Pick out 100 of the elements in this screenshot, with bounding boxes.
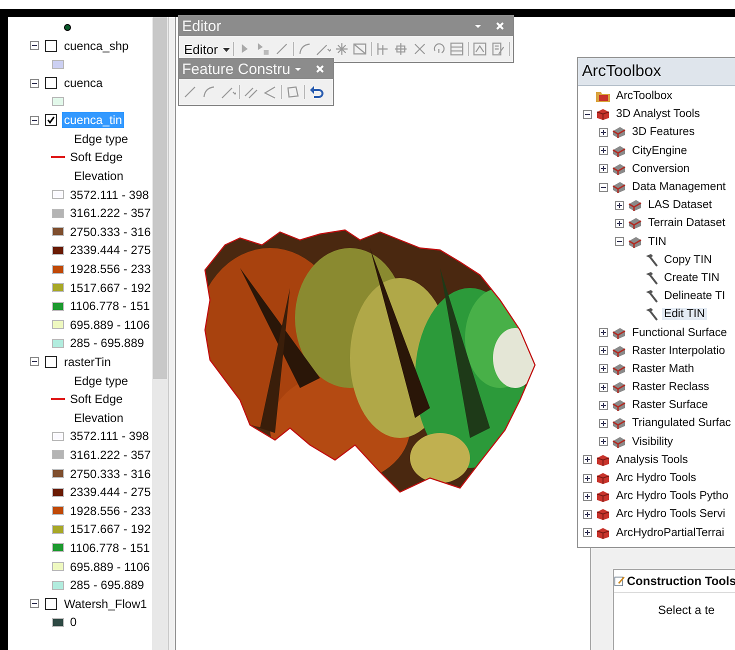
- tree-item[interactable]: Functional Surface: [630, 326, 729, 339]
- checkbox[interactable]: [45, 77, 57, 90]
- expand-icon[interactable]: [599, 418, 608, 428]
- toolset-icon: [627, 234, 643, 249]
- folder-icon: [595, 89, 611, 104]
- expand-icon[interactable]: [615, 218, 624, 228]
- expand-icon[interactable]: [583, 492, 592, 501]
- legend-label: Soft Edge: [70, 392, 123, 406]
- legend-label: 695.889 - 1106: [70, 318, 150, 332]
- legend-label: 1928.556 - 233: [70, 504, 151, 518]
- toolset-icon: [611, 398, 627, 412]
- expand-icon[interactable]: [599, 128, 608, 137]
- tree-item[interactable]: LAS Dataset: [646, 199, 714, 212]
- expand-icon[interactable]: [599, 328, 608, 338]
- toolset-icon: [627, 216, 643, 230]
- layer-name[interactable]: rasterTin: [62, 354, 113, 370]
- checkbox[interactable]: [45, 40, 57, 52]
- tree-item[interactable]: Arc Hydro Tools Servi: [614, 508, 728, 520]
- legend-label: 285 - 695.889: [70, 578, 144, 592]
- caret-icon[interactable]: [222, 46, 230, 52]
- window-title: ArcToolbox: [582, 62, 662, 80]
- legend-label: 1106.778 - 151: [70, 299, 150, 314]
- legend-label: 2339.444 - 275: [70, 243, 151, 258]
- undo-icon[interactable]: [308, 84, 324, 100]
- tree-item[interactable]: Analysis Tools: [614, 454, 690, 466]
- tree-item[interactable]: ArcHydroPartialTerrai: [614, 526, 726, 539]
- collapse-icon[interactable]: [615, 237, 624, 246]
- checkbox[interactable]: [45, 356, 57, 368]
- checkbox[interactable]: [45, 598, 57, 610]
- expand-icon[interactable]: [583, 474, 592, 483]
- tree-item[interactable]: Raster Surface: [630, 399, 710, 412]
- tree-item[interactable]: Arc Hydro Tools: [614, 472, 698, 484]
- toolbox-icon: [595, 107, 611, 122]
- expand-icon[interactable]: [599, 400, 608, 410]
- expand-icon[interactable]: [583, 455, 592, 464]
- legend-label: 1106.778 - 151: [70, 540, 150, 555]
- scrollbar[interactable]: [152, 17, 168, 650]
- collapse-icon[interactable]: [30, 357, 39, 366]
- toolset-icon: [611, 362, 627, 376]
- expand-icon[interactable]: [583, 510, 592, 519]
- collapse-icon[interactable]: [30, 78, 39, 88]
- legend-label: 695.889 - 1106: [70, 560, 150, 574]
- tree-item[interactable]: Raster Math: [630, 362, 696, 375]
- tree-item[interactable]: 3D Features: [630, 126, 697, 138]
- tree-item[interactable]: Arc Hydro Tools Pytho: [614, 490, 730, 502]
- legend-label: 2750.333 - 316: [70, 224, 151, 239]
- layer-name[interactable]: cuenca_shp: [62, 38, 131, 54]
- toolbox-icon: [595, 471, 611, 486]
- layer-name[interactable]: cuenca: [62, 75, 105, 92]
- tree-item[interactable]: Conversion: [630, 162, 692, 175]
- legend-label: 3572.111 - 398: [70, 188, 149, 202]
- legend-heading: Edge type: [74, 132, 128, 146]
- legend-heading: Elevation: [74, 169, 124, 184]
- tree-item[interactable]: Raster Interpolatio: [630, 344, 728, 357]
- legend-label: 1517.667 - 192: [70, 522, 151, 536]
- tree-item[interactable]: Raster Reclass: [630, 381, 712, 394]
- tree-item[interactable]: Terrain Dataset: [646, 217, 728, 230]
- tree-item[interactable]: Edit TIN: [662, 308, 707, 320]
- toolbox-icon: [595, 489, 611, 504]
- legend-heading: Elevation: [74, 410, 124, 425]
- tree-item[interactable]: Data Management: [630, 181, 728, 194]
- close-icon[interactable]: [315, 64, 325, 74]
- tree-item[interactable]: TIN: [646, 236, 668, 248]
- expand-icon[interactable]: [599, 164, 608, 174]
- collapse-icon[interactable]: [583, 110, 592, 119]
- expand-icon[interactable]: [615, 200, 624, 210]
- tree-item[interactable]: ArcToolbox: [614, 90, 674, 102]
- collapse-icon[interactable]: [30, 116, 39, 125]
- tree-item[interactable]: Create TIN: [662, 272, 722, 284]
- window-title: Feature Constru: [182, 60, 290, 78]
- tree-item[interactable]: Copy TIN: [662, 254, 714, 266]
- editor-menu[interactable]: Editor: [182, 42, 220, 56]
- expand-icon[interactable]: [583, 528, 592, 538]
- expand-icon[interactable]: [599, 146, 608, 156]
- tree-item[interactable]: Triangulated Surfac: [630, 417, 733, 430]
- expand-icon[interactable]: [599, 437, 608, 446]
- legend-label: 1517.667 - 192: [70, 280, 151, 295]
- tree-item[interactable]: CityEngine: [630, 144, 690, 157]
- toolset-icon: [611, 344, 627, 358]
- collapse-icon[interactable]: [599, 182, 608, 192]
- tree-item[interactable]: 3D Analyst Tools: [614, 108, 702, 120]
- legend-label: 3161.222 - 357: [70, 206, 151, 220]
- expand-icon[interactable]: [599, 346, 608, 356]
- layer-name[interactable]: Watersh_Flow1: [62, 596, 149, 612]
- tree-item[interactable]: Delineate TI: [662, 290, 728, 302]
- legend-label: 0: [70, 615, 77, 630]
- toolset-icon: [611, 326, 627, 340]
- collapse-icon[interactable]: [30, 599, 39, 608]
- expand-icon[interactable]: [599, 382, 608, 392]
- legend-label: 2750.333 - 316: [70, 466, 151, 481]
- expand-icon[interactable]: [599, 364, 608, 374]
- toolset-icon: [611, 380, 627, 394]
- toolset-icon: [611, 180, 627, 194]
- tree-item[interactable]: Visibility: [630, 436, 675, 448]
- checkbox[interactable]: [45, 114, 57, 126]
- panel-message: Select a te: [658, 603, 716, 617]
- legend-label: 3161.222 - 357: [70, 448, 151, 462]
- close-icon[interactable]: [495, 21, 505, 31]
- toolset-icon: [611, 162, 627, 176]
- collapse-icon[interactable]: [30, 41, 39, 50]
